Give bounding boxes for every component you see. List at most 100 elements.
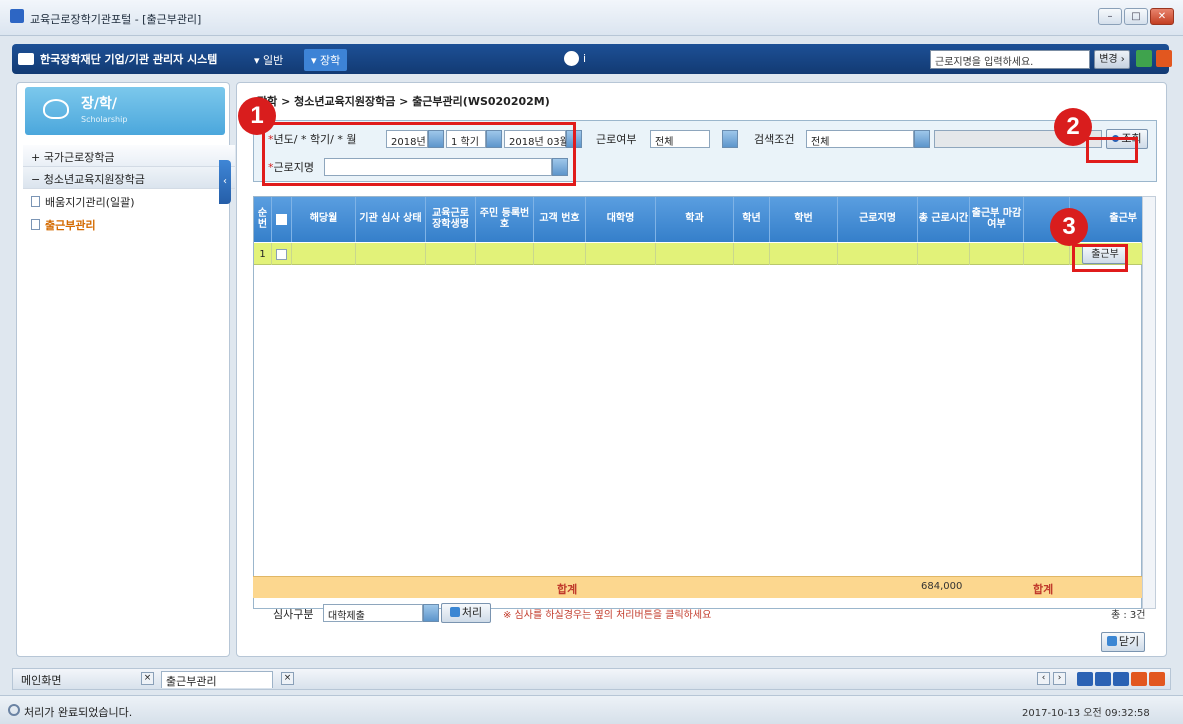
document-icon	[31, 219, 40, 230]
minimize-button[interactable]: –	[1098, 8, 1122, 25]
scroll-left-icon[interactable]: ‹	[1037, 672, 1050, 685]
grid-header: 순번 해당월 기관 심사 상태 교육근로 장학생명 주민 등록번호 고객 번호 …	[254, 197, 1143, 242]
attendance-grid: 순번 해당월 기관 심사 상태 교육근로 장학생명 주민 등록번호 고객 번호 …	[253, 196, 1143, 609]
col-department: 학과	[656, 197, 734, 242]
search-icon	[8, 704, 20, 716]
col-review-status: 기관 심사 상태	[356, 197, 426, 242]
row-cell	[1024, 243, 1070, 265]
col-select-all[interactable]	[272, 197, 292, 242]
tab-attendance[interactable]: 출근부관리	[161, 671, 273, 688]
row-checkbox[interactable]	[276, 248, 287, 260]
graduation-cap-icon	[18, 53, 34, 65]
col-grade: 학년	[734, 197, 770, 242]
user-icon[interactable]	[564, 51, 579, 66]
sidebar-group-national[interactable]: + 국가근로장학금	[23, 145, 235, 167]
search-condition-dropdown-icon[interactable]	[914, 130, 930, 148]
status-bar: 처리가 완료되었습니다. 2017-10-13 오전 09:32:58	[0, 695, 1183, 724]
breadcrumb: 장학 > 청소년교육지원장학금 > 출근부관리(WS020202M)	[257, 95, 550, 108]
callout-badge-1: 1	[238, 97, 276, 135]
close-window-button[interactable]: ✕	[1150, 8, 1174, 25]
row-cell	[970, 243, 1024, 265]
select-all-checkbox[interactable]	[276, 214, 287, 225]
table-row[interactable]: 1	[254, 243, 1143, 265]
top-navigation: 한국장학재단 기업/기관 관리자 시스템 ▾ 일반 ▾ 장학 i 근로지명을 입…	[12, 44, 1172, 74]
menu-scholarship[interactable]: ▾ 장학	[304, 49, 348, 71]
sidebar-item-mentor[interactable]: 배움지기관리(일괄)	[31, 191, 135, 211]
row-cell	[734, 243, 770, 265]
review-dropdown-icon[interactable]	[423, 604, 439, 622]
window-title-bar: 교육근로장학기관포털 - [출근부관리] – □ ✕	[0, 0, 1183, 36]
close-icon	[1106, 636, 1117, 646]
row-no: 1	[254, 243, 272, 265]
logout-icon[interactable]	[1156, 50, 1172, 67]
sidebar-collapse-button[interactable]: ‹	[219, 160, 231, 204]
search-condition-select[interactable]: 전체	[806, 130, 914, 148]
close-others-icon[interactable]	[1149, 672, 1165, 686]
cascade-icon[interactable]	[1113, 672, 1129, 686]
row-cell	[476, 243, 534, 265]
sidebar-item-attendance[interactable]: 출근부관리	[31, 214, 96, 234]
row-cell	[292, 243, 356, 265]
row-checkbox-cell[interactable]	[272, 243, 292, 265]
work-dropdown-icon[interactable]	[722, 130, 738, 148]
work-label: 근로여부	[596, 133, 637, 146]
search-condition-label: 검색조건	[754, 133, 795, 146]
row-cell	[918, 243, 970, 265]
print-icon[interactable]	[1136, 50, 1152, 67]
total-label: 합계	[557, 583, 578, 596]
maximize-button[interactable]: □	[1124, 8, 1148, 25]
sidebar: 장/학/ Scholarship + 국가근로장학금 − 청소년교육지원장학금 …	[16, 82, 235, 657]
tab-attendance-close-icon[interactable]: ×	[281, 672, 294, 685]
review-label: 심사구분	[273, 608, 314, 621]
callout-box-3	[1072, 244, 1128, 272]
tab-main-close-icon[interactable]: ×	[141, 672, 154, 685]
window-title: 교육근로장학기관포털 - [출근부관리]	[30, 13, 202, 26]
row-cell	[356, 243, 426, 265]
sidebar-subtitle: Scholarship	[81, 115, 128, 124]
review-select[interactable]: 대학제출	[323, 604, 423, 622]
sidebar-title: 장/학/	[81, 96, 117, 112]
graduation-cap-icon	[43, 99, 69, 119]
menu-general[interactable]: ▾ 일반	[254, 52, 283, 68]
row-cell	[586, 243, 656, 265]
callout-box-2	[1086, 137, 1138, 163]
col-no: 순번	[254, 197, 272, 242]
row-cell	[770, 243, 838, 265]
col-student-id: 학번	[770, 197, 838, 242]
row-cell	[656, 243, 734, 265]
total-hours: 684,000	[921, 581, 963, 592]
col-closed: 출근부 마감여부	[970, 197, 1024, 242]
callout-badge-2: 2	[1054, 108, 1092, 146]
row-cell	[534, 243, 586, 265]
app-icon	[10, 9, 24, 23]
sidebar-item-label: 출근부관리	[45, 219, 96, 232]
process-button[interactable]: 처리	[441, 603, 491, 623]
row-cell	[426, 243, 476, 265]
tile-horizontal-icon[interactable]	[1095, 672, 1111, 686]
row-cell	[838, 243, 918, 265]
change-button[interactable]: 변경 ›	[1094, 50, 1130, 69]
close-all-icon[interactable]	[1131, 672, 1147, 686]
grid-scrollbar[interactable]	[1142, 196, 1156, 609]
tab-main[interactable]: 메인화면	[17, 671, 65, 688]
tab-bar: 메인화면 × 출근부관리 × ‹ ›	[12, 668, 1171, 690]
col-customer-number: 고객 번호	[534, 197, 586, 242]
document-icon	[31, 196, 40, 207]
col-workplace: 근로지명	[838, 197, 918, 242]
totals-row: 합계 684,000 합계	[253, 576, 1142, 598]
scroll-right-icon[interactable]: ›	[1053, 672, 1066, 685]
sidebar-group-youth[interactable]: − 청소년교육지원장학금	[23, 167, 235, 189]
info-icon[interactable]: i	[583, 52, 586, 65]
callout-badge-3: 3	[1050, 208, 1088, 246]
review-note: ※ 심사를 하실경우는 옆의 처리버튼을 클릭하세요	[503, 610, 712, 621]
close-button[interactable]: 닫기	[1101, 632, 1145, 652]
brand-title: 한국장학재단 기업/기관 관리자 시스템	[40, 53, 218, 66]
total-label-2: 합계	[1033, 583, 1054, 596]
work-select[interactable]: 전체	[650, 130, 710, 148]
col-student-name: 교육근로 장학생명	[426, 197, 476, 242]
col-resident-number: 주민 등록번호	[476, 197, 534, 242]
tile-vertical-icon[interactable]	[1077, 672, 1093, 686]
col-total-hours: 총 근로시간	[918, 197, 970, 242]
process-icon	[449, 607, 460, 617]
workplace-search-input[interactable]: 근로지명을 입력하세요.	[930, 50, 1090, 69]
